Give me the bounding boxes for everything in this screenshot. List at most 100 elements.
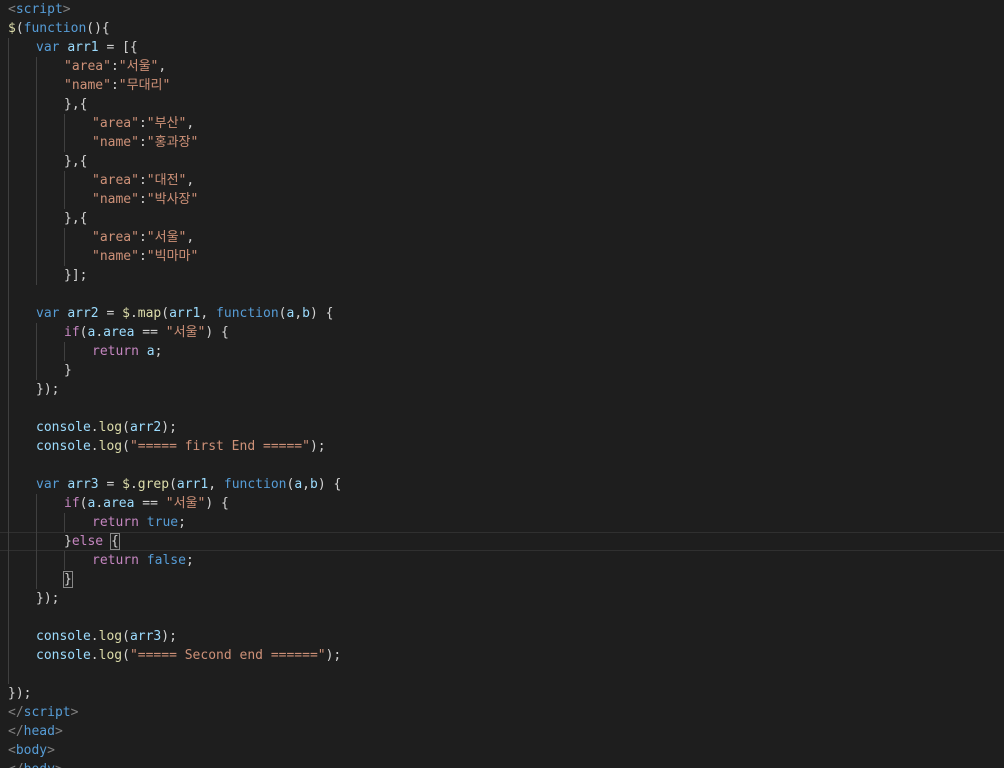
indent-guide bbox=[64, 171, 65, 190]
code-line[interactable]: console.log("===== Second end ======"); bbox=[8, 646, 1004, 665]
code-line[interactable]: return a; bbox=[8, 342, 1004, 361]
code-token: console bbox=[36, 629, 91, 644]
indent-guide bbox=[36, 228, 37, 247]
code-line-content: console.log(arr2); bbox=[36, 420, 177, 435]
code-token: script bbox=[15, 2, 63, 17]
code-line[interactable]: </head> bbox=[8, 722, 1004, 741]
code-token: ; bbox=[178, 515, 186, 530]
code-line[interactable]: "area":"대전", bbox=[8, 171, 1004, 190]
code-line[interactable] bbox=[8, 665, 1004, 684]
indent-guide bbox=[8, 38, 9, 57]
code-token: "서울" bbox=[146, 230, 187, 245]
code-token: ); bbox=[309, 439, 326, 454]
code-line-content: "name":"홍과장" bbox=[92, 135, 198, 150]
code-line[interactable]: if(a.area == "서울") { bbox=[8, 494, 1004, 513]
code-line[interactable]: "area":"서울", bbox=[8, 57, 1004, 76]
code-line[interactable]: },{ bbox=[8, 95, 1004, 114]
code-line[interactable] bbox=[8, 608, 1004, 627]
code-line[interactable]: console.log("===== first End ====="); bbox=[8, 437, 1004, 456]
code-line[interactable]: "name":"홍과장" bbox=[8, 133, 1004, 152]
code-line[interactable]: </body> bbox=[8, 760, 1004, 768]
code-line[interactable]: var arr1 = [{ bbox=[8, 38, 1004, 57]
code-line[interactable]: </script> bbox=[8, 703, 1004, 722]
indent-guide bbox=[8, 589, 9, 608]
code-token: : bbox=[138, 192, 147, 207]
code-token: arr2 bbox=[67, 306, 99, 321]
code-token: < bbox=[8, 2, 16, 17]
code-line-content: console.log("===== Second end ======"); bbox=[36, 648, 341, 663]
code-token: . bbox=[90, 629, 99, 644]
indent-guide bbox=[8, 133, 9, 152]
code-line-content: },{ bbox=[64, 154, 87, 169]
code-token: : bbox=[138, 249, 147, 264]
code-line[interactable] bbox=[8, 285, 1004, 304]
code-line[interactable]: return false; bbox=[8, 551, 1004, 570]
code-token: log bbox=[98, 420, 123, 435]
code-line[interactable]: }); bbox=[8, 589, 1004, 608]
code-line-content: "area":"서울", bbox=[92, 230, 194, 245]
code-line[interactable]: var arr3 = $.grep(arr1, function(a,b) { bbox=[8, 475, 1004, 494]
code-line[interactable]: "area":"부산", bbox=[8, 114, 1004, 133]
code-line[interactable]: "name":"박사장" bbox=[8, 190, 1004, 209]
code-line[interactable]: "name":"무대리" bbox=[8, 76, 1004, 95]
code-token: console bbox=[36, 439, 91, 454]
code-lines[interactable]: <script> $(function(){var arr1 = [{"area"… bbox=[0, 0, 1004, 768]
code-line[interactable]: if(a.area == "서울") { bbox=[8, 323, 1004, 342]
code-line[interactable]: return true; bbox=[8, 513, 1004, 532]
indent-guide bbox=[36, 152, 37, 171]
code-line[interactable]: var arr2 = $.map(arr1, function(a,b) { bbox=[8, 304, 1004, 323]
code-editor[interactable]: <script> $(function(){var arr1 = [{"area"… bbox=[0, 0, 1004, 768]
indent-guide bbox=[36, 323, 37, 342]
code-token: a bbox=[146, 344, 155, 359]
code-line[interactable]: console.log(arr3); bbox=[8, 627, 1004, 646]
code-line[interactable]: "name":"빅마마" bbox=[8, 247, 1004, 266]
code-token: , bbox=[200, 306, 217, 321]
code-token: ); bbox=[325, 648, 342, 663]
code-line[interactable]: "area":"서울", bbox=[8, 228, 1004, 247]
code-token: },{ bbox=[64, 211, 88, 226]
code-line[interactable]: console.log(arr2); bbox=[8, 418, 1004, 437]
code-token: "홍과장" bbox=[146, 135, 199, 150]
indent-guide bbox=[36, 361, 37, 380]
code-line-content: "area":"대전", bbox=[92, 173, 194, 188]
code-token: "name" bbox=[64, 78, 111, 93]
indent-guide bbox=[64, 342, 65, 361]
code-line-content: if(a.area == "서울") { bbox=[64, 325, 229, 340]
code-line[interactable] bbox=[8, 399, 1004, 418]
code-line[interactable]: },{ bbox=[8, 209, 1004, 228]
indent-guide bbox=[8, 665, 9, 684]
code-token: > bbox=[55, 762, 63, 768]
code-line-content: },{ bbox=[64, 97, 87, 112]
code-token: < bbox=[8, 743, 16, 758]
indent-guide bbox=[8, 342, 9, 361]
code-line[interactable]: <body> bbox=[8, 741, 1004, 760]
code-line-content: } bbox=[63, 571, 73, 588]
code-line-content: var arr2 = $.map(arr1, function(a,b) { bbox=[36, 306, 333, 321]
indent-guide bbox=[8, 285, 9, 304]
code-line-content: return a; bbox=[92, 344, 162, 359]
code-token: }); bbox=[36, 591, 60, 606]
code-token: b bbox=[309, 477, 318, 492]
code-token: } bbox=[64, 534, 72, 549]
code-line[interactable]: } bbox=[8, 570, 1004, 589]
code-line-current[interactable]: }else { bbox=[0, 532, 1004, 551]
indent-guide bbox=[8, 323, 9, 342]
code-token: ( bbox=[15, 21, 24, 36]
code-line[interactable] bbox=[8, 456, 1004, 475]
code-line[interactable]: },{ bbox=[8, 152, 1004, 171]
code-token: . bbox=[90, 439, 99, 454]
code-token: . bbox=[95, 496, 104, 511]
code-token: function bbox=[223, 477, 287, 492]
code-line-content: </script> bbox=[8, 705, 78, 720]
code-line[interactable]: }]; bbox=[8, 266, 1004, 285]
code-line[interactable]: $(function(){ bbox=[8, 19, 1004, 38]
code-line[interactable]: <script> bbox=[8, 0, 1004, 19]
code-token: log bbox=[98, 629, 123, 644]
code-line[interactable]: } bbox=[8, 361, 1004, 380]
code-line[interactable]: }); bbox=[8, 380, 1004, 399]
code-token: ( bbox=[122, 648, 130, 663]
code-token: "빅마마" bbox=[146, 249, 199, 264]
code-line[interactable]: }); bbox=[8, 684, 1004, 703]
